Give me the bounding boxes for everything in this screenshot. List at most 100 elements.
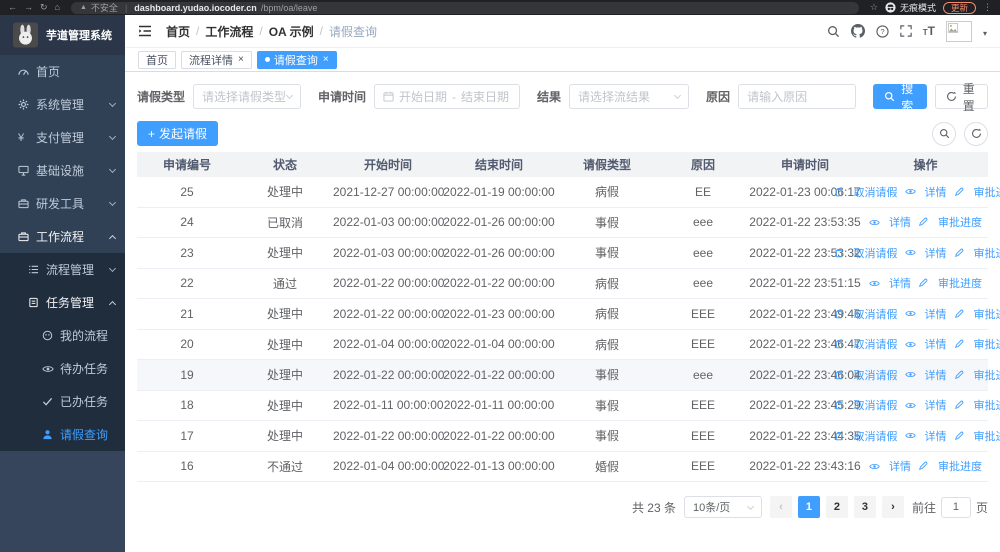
sidebar-item-done-tasks[interactable]: 已办任务 — [0, 385, 125, 418]
next-page-button[interactable]: › — [881, 496, 904, 518]
progress-action[interactable]: 审批进度 — [954, 306, 1000, 322]
progress-action[interactable]: 审批进度 — [954, 397, 1000, 413]
progress-action[interactable]: 审批进度 — [918, 458, 982, 474]
table-row[interactable]: 22 通过 2022-01-22 00:00:00 2022-01-22 00:00:… — [137, 269, 988, 299]
browser-menu-icon[interactable]: ⋮ — [983, 3, 992, 12]
search-icon[interactable] — [827, 25, 840, 38]
cancel-leave-action[interactable]: 取消请假 — [834, 184, 898, 200]
github-icon[interactable] — [850, 24, 865, 38]
page-button[interactable]: 2 — [825, 496, 848, 518]
table-row[interactable]: 20 处理中 2022-01-04 00:00:00 2022-01-04 00:00… — [137, 330, 1000, 360]
sidebar-item-system[interactable]: 系统管理 — [0, 88, 125, 121]
forward-icon[interactable]: → — [24, 3, 33, 12]
progress-action[interactable]: 审批进度 — [954, 245, 1000, 261]
search-button[interactable]: 搜索 — [873, 82, 927, 113]
sidebar-item-infra[interactable]: 基础设施 — [0, 154, 125, 187]
progress-action[interactable]: 审批进度 — [918, 214, 982, 230]
progress-action[interactable]: 审批进度 — [954, 428, 1000, 444]
chevron-down-icon[interactable]: ▾ — [983, 29, 987, 38]
result-select[interactable]: 请选择流结果 — [569, 84, 690, 109]
table-row[interactable]: 19 处理中 2022-01-22 00:00:00 2022-01-22 00:00… — [137, 360, 1000, 391]
table-row[interactable]: 25 处理中 2021-12-27 00:00:00 2022-01-19 00:00… — [137, 177, 1000, 208]
app-logo-row[interactable]: 芋道管理系统 — [0, 15, 125, 55]
sidebar-item-label: 我的流程 — [60, 329, 109, 343]
table-row[interactable]: 17 处理中 2022-01-22 00:00:00 2022-01-22 00:00… — [137, 421, 1000, 452]
gear-icon — [18, 99, 36, 110]
date-range-input[interactable]: 开始日期 - 结束日期 — [374, 84, 521, 109]
detail-action[interactable]: 详情 — [904, 245, 947, 261]
tab-home[interactable]: 首页 — [138, 50, 176, 69]
table-row[interactable]: 16 不通过 2022-01-04 00:00:00 2022-01-13 00:00… — [137, 452, 988, 482]
breadcrumb-item[interactable]: OA 示例 — [269, 23, 314, 40]
prev-page-button[interactable]: ‹ — [769, 496, 792, 518]
cancel-leave-action[interactable]: 取消请假 — [834, 397, 898, 413]
avatar[interactable] — [945, 20, 972, 42]
help-icon[interactable]: ? — [876, 24, 889, 38]
detail-action[interactable]: 详情 — [904, 306, 947, 322]
bookmark-star-icon[interactable]: ☆ — [870, 3, 878, 12]
home-icon[interactable]: ⌂ — [55, 3, 60, 12]
breadcrumb-item[interactable]: 工作流程 — [205, 23, 253, 40]
cancel-leave-action[interactable]: 取消请假 — [834, 428, 898, 444]
create-leave-button[interactable]: + 发起请假 — [137, 121, 219, 146]
collapse-menu-icon[interactable] — [138, 24, 152, 38]
table-search-toggle-icon[interactable] — [932, 121, 956, 146]
font-size-icon[interactable]: TT — [923, 24, 935, 38]
address-bar[interactable]: ▲ 不安全 | dashboard.yudao.iocoder.cn/bpm/o… — [70, 1, 859, 14]
tab-leave-query[interactable]: 请假查询 × — [256, 50, 337, 69]
sidebar-item-devtools[interactable]: 研发工具 — [0, 187, 125, 220]
cell-end: 2022-01-19 00:00:00 — [443, 184, 555, 199]
table-row[interactable]: 24 已取消 2022-01-03 00:00:00 2022-01-26 00:00… — [137, 208, 988, 238]
detail-action[interactable]: 详情 — [869, 214, 911, 230]
table-row[interactable]: 21 处理中 2022-01-22 00:00:00 2022-01-23 00:00… — [137, 299, 1000, 330]
close-icon[interactable]: × — [238, 54, 244, 65]
detail-action[interactable]: 详情 — [869, 458, 911, 474]
progress-action[interactable]: 审批进度 — [918, 275, 982, 291]
close-icon[interactable]: × — [323, 54, 329, 65]
reason-input[interactable] — [747, 89, 848, 104]
reset-button[interactable]: 重置 — [934, 82, 988, 113]
detail-action[interactable]: 详情 — [904, 367, 947, 383]
cancel-leave-action[interactable]: 取消请假 — [834, 336, 898, 352]
list-icon — [28, 264, 46, 275]
sidebar-item-home[interactable]: 首页 — [0, 55, 125, 88]
cancel-leave-action[interactable]: 取消请假 — [834, 245, 898, 261]
detail-action[interactable]: 详情 — [904, 397, 947, 413]
sidebar-item-todo-tasks[interactable]: 待办任务 — [0, 352, 125, 385]
detail-action[interactable]: 详情 — [904, 184, 947, 200]
detail-action[interactable]: 详情 — [904, 336, 947, 352]
detail-action[interactable]: 详情 — [869, 275, 911, 291]
table-refresh-icon[interactable] — [964, 121, 988, 146]
action-label: 取消请假 — [853, 369, 898, 382]
page-button[interactable]: 1 — [797, 496, 820, 518]
back-icon[interactable]: ← — [8, 3, 17, 12]
cell-start: 2022-01-11 00:00:00 — [333, 398, 444, 413]
reload-icon[interactable]: ↻ — [40, 3, 48, 12]
detail-action[interactable]: 详情 — [904, 428, 947, 444]
cancel-leave-action[interactable]: 取消请假 — [834, 367, 898, 383]
progress-action[interactable]: 审批进度 — [954, 184, 1000, 200]
fullscreen-icon[interactable] — [900, 25, 912, 37]
cell-reason: EEE — [690, 398, 715, 413]
cell-status: 处理中 — [266, 429, 303, 444]
sidebar-item-my-process[interactable]: 我的流程 — [0, 319, 125, 352]
update-button[interactable]: 更新 — [942, 1, 976, 14]
page-button[interactable]: 3 — [853, 496, 876, 518]
progress-action[interactable]: 审批进度 — [954, 336, 1000, 352]
sidebar-item-process-mgmt[interactable]: 流程管理 — [0, 253, 125, 286]
breadcrumb-item[interactable]: 首页 — [166, 23, 190, 40]
table-row[interactable]: 23 处理中 2022-01-03 00:00:00 2022-01-26 00:00… — [137, 238, 1000, 269]
cancel-leave-action[interactable]: 取消请假 — [834, 306, 898, 322]
sidebar-item-task-mgmt[interactable]: 任务管理 — [0, 286, 125, 319]
sidebar-item-leave-query[interactable]: 请假查询 — [0, 418, 125, 451]
page-size-select[interactable]: 10条/页 — [683, 496, 762, 518]
table-row[interactable]: 18 处理中 2022-01-11 00:00:00 2022-01-11 00:00… — [137, 391, 1000, 421]
sidebar-item-payment[interactable]: ¥ 支付管理 — [0, 121, 125, 154]
progress-action[interactable]: 审批进度 — [954, 367, 1000, 383]
cell-end: 2022-01-22 00:00:00 — [443, 367, 555, 382]
goto-page-input[interactable] — [940, 496, 971, 518]
tab-process-detail[interactable]: 流程详情 × — [181, 50, 252, 69]
cell-start: 2022-01-04 00:00:00 — [333, 337, 445, 352]
sidebar-item-workflow[interactable]: 工作流程 — [0, 220, 125, 253]
leave-type-select[interactable]: 请选择请假类型 — [193, 84, 302, 109]
